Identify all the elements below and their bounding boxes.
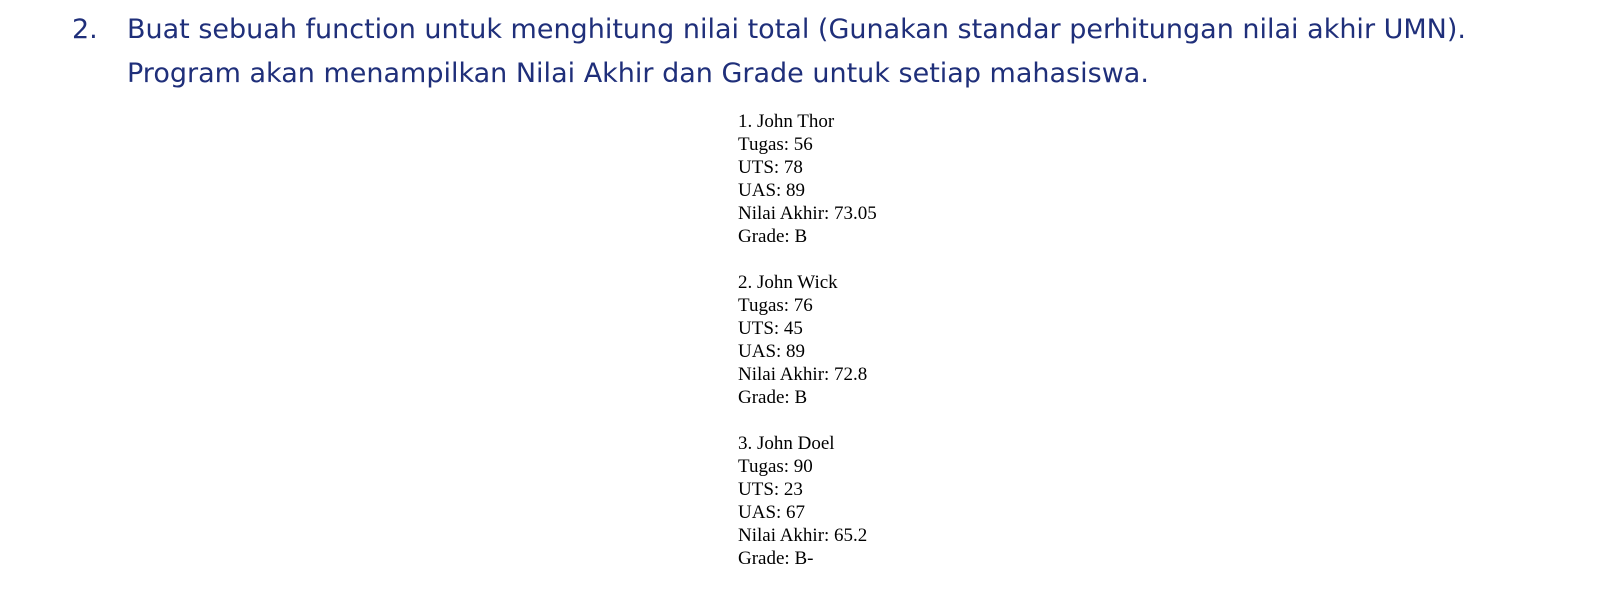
student-tugas: Tugas: 76 xyxy=(738,295,813,316)
student-grade: Grade: B xyxy=(738,226,808,247)
task-line-2: Program akan menampilkan Nilai Akhir dan… xyxy=(127,58,1149,89)
student-nilai-akhir: Nilai Akhir: 73.05 xyxy=(738,203,877,224)
student-uts: UTS: 23 xyxy=(738,479,803,500)
student-grade: Grade: B- xyxy=(738,548,814,569)
student-uts: UTS: 45 xyxy=(738,318,803,339)
student-block-2: 2. John Wick Tugas: 76 UTS: 45 UAS: 89 N… xyxy=(738,271,877,409)
student-uas: UAS: 89 xyxy=(738,341,806,362)
student-uas: UAS: 67 xyxy=(738,502,806,523)
student-block-1: 1. John Thor Tugas: 56 UTS: 78 UAS: 89 N… xyxy=(738,110,877,248)
student-title: 3. John Doel xyxy=(738,433,835,454)
student-nilai-akhir: Nilai Akhir: 72.8 xyxy=(738,364,868,385)
student-uas: UAS: 89 xyxy=(738,180,806,201)
student-title: 1. John Thor xyxy=(738,111,835,132)
student-grade: Grade: B xyxy=(738,387,808,408)
task-text: Buat sebuah function untuk menghitung ni… xyxy=(127,8,1572,96)
student-tugas: Tugas: 90 xyxy=(738,456,813,477)
task-line-1: Buat sebuah function untuk menghitung ni… xyxy=(127,14,1466,45)
student-tugas: Tugas: 56 xyxy=(738,134,813,155)
student-block-3: 3. John Doel Tugas: 90 UTS: 23 UAS: 67 N… xyxy=(738,432,877,570)
student-nilai-akhir: Nilai Akhir: 65.2 xyxy=(738,525,868,546)
task-number: 2. xyxy=(72,14,98,45)
student-uts: UTS: 78 xyxy=(738,157,803,178)
task-instruction: 2. Buat sebuah function untuk menghitung… xyxy=(72,8,1572,96)
program-output: 1. John Thor Tugas: 56 UTS: 78 UAS: 89 N… xyxy=(738,110,877,593)
student-title: 2. John Wick xyxy=(738,272,838,293)
